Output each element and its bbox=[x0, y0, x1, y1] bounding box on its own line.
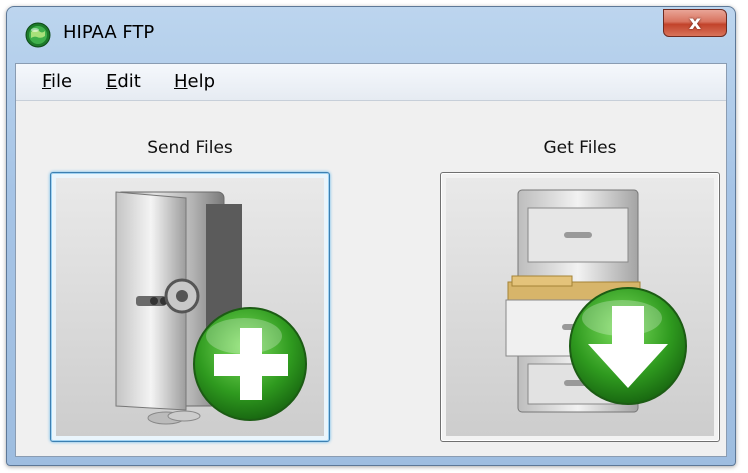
close-button[interactable]: x bbox=[663, 9, 727, 37]
menu-file[interactable]: File bbox=[40, 71, 74, 92]
app-window: HIPAA FTP x File Edit Help Send Files Ge… bbox=[6, 6, 736, 466]
menu-file-rest: ile bbox=[51, 71, 73, 92]
client-area: File Edit Help Send Files Get Files bbox=[15, 63, 727, 457]
menu-help-rest: elp bbox=[187, 71, 216, 92]
menu-bar: File Edit Help bbox=[16, 64, 726, 101]
send-files-button[interactable] bbox=[50, 172, 330, 442]
title-bar[interactable]: HIPAA FTP x bbox=[7, 7, 735, 57]
menu-edit-accelerator: E bbox=[106, 71, 118, 92]
globe-icon bbox=[25, 22, 51, 48]
get-files-button[interactable] bbox=[440, 172, 720, 442]
menu-help[interactable]: Help bbox=[172, 71, 217, 92]
close-icon: x bbox=[688, 12, 702, 34]
menu-help-accelerator: H bbox=[174, 71, 188, 92]
window-title: HIPAA FTP bbox=[63, 22, 155, 43]
get-files-label: Get Files bbox=[543, 138, 617, 158]
send-files-tile bbox=[56, 178, 324, 436]
vault-plus-icon bbox=[115, 191, 307, 425]
send-files-label: Send Files bbox=[147, 138, 233, 158]
get-files-tile bbox=[446, 178, 714, 436]
filing-cabinet-download-icon bbox=[505, 189, 687, 413]
menu-file-accelerator: F bbox=[42, 71, 52, 92]
menu-edit[interactable]: Edit bbox=[104, 71, 143, 92]
menu-edit-rest: dit bbox=[117, 71, 141, 92]
